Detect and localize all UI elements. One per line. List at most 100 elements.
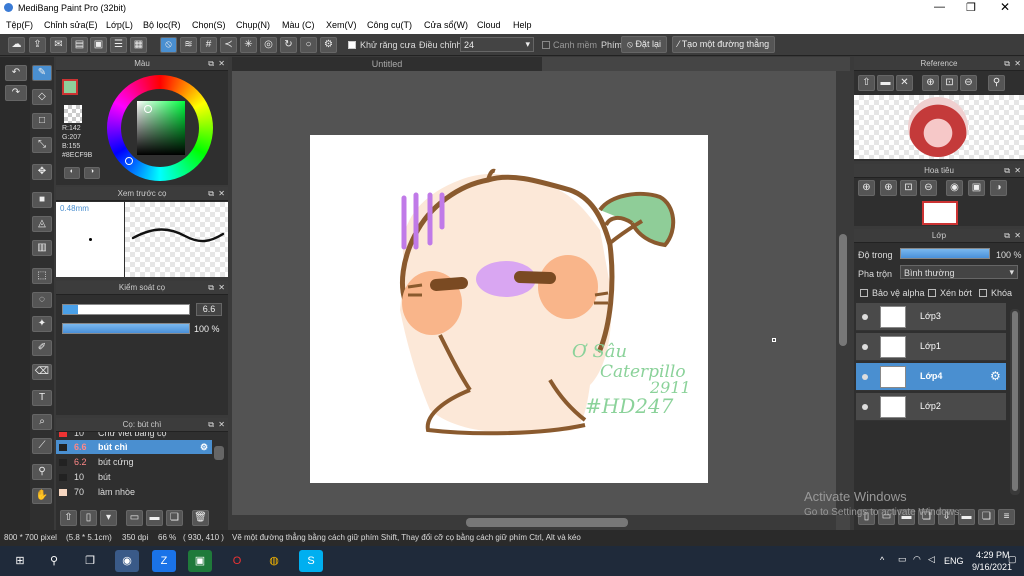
nav-zoom-in2-icon[interactable]: ⊕ [880, 180, 897, 196]
snap-cross-icon[interactable]: # [200, 37, 217, 53]
undo-icon[interactable]: ↶ [5, 65, 27, 81]
list-item[interactable]: 10 bút [56, 470, 212, 484]
nav-zoom-in-icon[interactable]: ⊕ [858, 180, 875, 196]
skype-taskbar-icon[interactable]: S [299, 550, 323, 572]
snap-parallel-icon[interactable]: ≋ [180, 37, 197, 53]
clock-time[interactable]: 4:29 PM [976, 550, 1010, 560]
menu-select[interactable]: Chọn(S) [192, 20, 226, 30]
horizontal-scrollbar[interactable] [232, 515, 836, 530]
color-picker-handle[interactable] [144, 105, 152, 113]
windows-start-icon[interactable]: ⊞ [8, 550, 32, 572]
minimize-icon[interactable]: — [934, 1, 945, 13]
opera-taskbar-icon[interactable]: O [225, 550, 249, 572]
lock-checkbox[interactable] [979, 289, 987, 297]
menu-filter[interactable]: Bộ lọc(R) [143, 20, 181, 30]
navigator-thumbnail[interactable] [922, 201, 958, 225]
visibility-icon[interactable] [862, 404, 868, 410]
brush-tool-icon[interactable]: ✎ [32, 65, 52, 81]
list-item[interactable]: 10 Chữ viết bằng cọ [56, 432, 212, 440]
nav-zoom-out-icon[interactable]: ⊖ [920, 180, 937, 196]
scrollbar-thumb[interactable] [214, 446, 224, 460]
snap-settings-icon[interactable]: ⚙ [320, 37, 337, 53]
add-brush-icon[interactable]: ⇧ [60, 510, 77, 526]
magic-wand-icon[interactable]: ✦ [32, 316, 52, 332]
adjust-select[interactable]: 24 ▾ [460, 37, 534, 52]
menu-cloud[interactable]: Cloud [477, 20, 501, 30]
wifi-icon[interactable]: ◠ [913, 554, 921, 565]
scrollbar-thumb[interactable] [839, 234, 847, 346]
menu-edit[interactable]: Chỉnh sửa(E) [44, 20, 98, 30]
brush-menu-icon[interactable]: ▾ [100, 510, 117, 526]
chevron-up-icon[interactable]: ^ [880, 555, 884, 565]
close-panel-icon[interactable]: ✕ [1014, 231, 1021, 240]
list-item[interactable]: 6.6 bút chì ⚙ [56, 440, 212, 454]
transparent-swatch[interactable] [64, 105, 82, 123]
duplicate-icon[interactable]: ❏ [978, 509, 995, 525]
snap-ellipse-icon[interactable]: ○ [300, 37, 317, 53]
select-pen-icon[interactable]: ⤡ [32, 137, 52, 153]
grid-icon[interactable]: ▦ [130, 37, 147, 53]
popout-icon[interactable]: ⧉ [1004, 166, 1010, 176]
save-icon[interactable]: ▣ [90, 37, 107, 53]
menu-layer[interactable]: Lớp(L) [106, 20, 133, 30]
reference-upload-icon[interactable]: ⇧ [858, 75, 875, 91]
zalo-taskbar-icon[interactable]: Z [152, 550, 176, 572]
drawing-canvas[interactable]: Ơ Sâu Caterpillo 2911 #HD247 [310, 135, 708, 483]
clock-date[interactable]: 9/16/2021 [972, 562, 1012, 572]
battery-icon[interactable]: ▭ [898, 554, 907, 565]
zoom-out-icon[interactable]: ⊖ [960, 75, 977, 91]
new-brush-icon[interactable]: ▯ [80, 510, 97, 526]
gear-icon[interactable]: ⚙ [990, 369, 1001, 383]
snap-off-icon[interactable]: ⦸ [160, 37, 177, 53]
select-eraser-icon[interactable]: ⌫ [32, 364, 52, 380]
clipping-checkbox[interactable] [928, 289, 936, 297]
popout-icon[interactable]: ⧉ [208, 283, 214, 293]
lasso-select-icon[interactable]: ◌ [32, 292, 52, 308]
chrome-taskbar-icon[interactable]: ◍ [262, 550, 286, 572]
comment-icon[interactable]: ✉ [50, 37, 67, 53]
gradient-tool-icon[interactable]: ▥ [32, 240, 52, 256]
reference-folder-icon[interactable]: ▬ [877, 75, 894, 91]
menu-window[interactable]: Cửa sổ(W) [424, 20, 468, 30]
close-panel-icon[interactable]: ✕ [218, 420, 225, 429]
foreground-color-swatch[interactable] [62, 79, 78, 95]
operation-tool-icon[interactable]: ⌕ [32, 414, 52, 430]
color-settings-icon[interactable]: ◑ [84, 167, 100, 179]
cloud-icon[interactable]: ☁ [8, 37, 25, 53]
canvas-viewport[interactable]: Ơ Sâu Caterpillo 2911 #HD247 [232, 71, 850, 515]
menu-tools[interactable]: Công cụ(T) [367, 20, 412, 30]
reset-button[interactable]: ⦸ Đặt lại [621, 36, 667, 53]
search-icon[interactable]: ⚲ [42, 550, 66, 572]
menu-file[interactable]: Tệp(F) [6, 20, 33, 30]
menu-color[interactable]: Màu (C) [282, 20, 315, 30]
visibility-icon[interactable] [862, 344, 868, 350]
duplicate-icon[interactable]: ❏ [166, 510, 183, 526]
scrollbar-thumb[interactable] [466, 518, 628, 527]
blend-select[interactable]: Bình thường ▾ [900, 265, 1018, 279]
layer-opacity-slider[interactable] [900, 248, 990, 259]
visibility-icon[interactable] [862, 374, 868, 380]
volume-icon[interactable]: ◁ [928, 554, 935, 565]
dot-tool-icon[interactable]: □ [32, 113, 52, 129]
protect-alpha-checkbox[interactable] [860, 289, 868, 297]
move-tool-icon[interactable]: ✥ [32, 164, 52, 180]
close-panel-icon[interactable]: ✕ [218, 283, 225, 292]
close-panel-icon[interactable]: ✕ [1014, 166, 1021, 175]
brush-opacity-slider[interactable] [62, 323, 190, 334]
brush-size-value[interactable]: 6.6 [196, 303, 222, 316]
popout-icon[interactable]: ⧉ [1004, 59, 1010, 69]
snap-radial-icon[interactable]: ✳ [240, 37, 257, 53]
menu-capture[interactable]: Chụp(N) [236, 20, 270, 30]
bucket-tool-icon[interactable]: ◬ [32, 216, 52, 232]
list-item[interactable]: 70 làm nhòe [56, 485, 212, 499]
menu-view[interactable]: Xem(V) [326, 20, 357, 30]
straight-line-button[interactable]: ⁄ Tạo một đường thẳng [672, 36, 775, 53]
close-panel-icon[interactable]: ✕ [218, 189, 225, 198]
folder-icon[interactable]: ▬ [146, 510, 163, 526]
nav-fit-icon[interactable]: ⊡ [900, 180, 917, 196]
redo-icon[interactable]: ↷ [5, 85, 27, 101]
divide-tool-icon[interactable]: ⟋ [32, 438, 52, 454]
rect-select-icon[interactable]: ⬚ [32, 268, 52, 284]
menu-help[interactable]: Help [513, 20, 532, 30]
trash-icon[interactable]: 🗑 [192, 510, 209, 526]
